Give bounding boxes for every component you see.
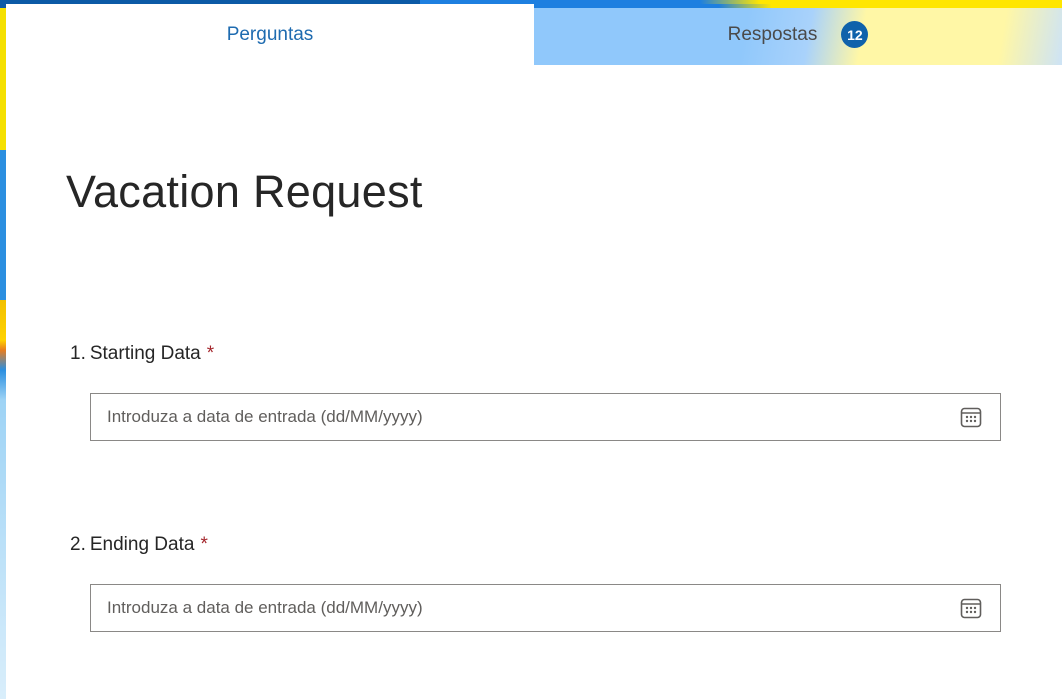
calendar-icon[interactable] xyxy=(959,596,983,620)
question-number: 2. xyxy=(70,534,86,555)
required-marker: * xyxy=(200,534,208,555)
tab-questions[interactable]: Perguntas xyxy=(6,4,534,65)
tab-bar: Perguntas Respostas 12 xyxy=(6,4,1062,65)
question-ending-date: 2. Ending Data * xyxy=(70,531,1003,632)
tab-responses-decoration xyxy=(534,4,1062,8)
question-label: Starting Data xyxy=(89,343,201,364)
starting-date-input[interactable] xyxy=(91,407,959,427)
tab-responses-label: Respostas xyxy=(727,23,818,45)
date-field xyxy=(90,393,1001,441)
question-header: 2. Ending Data * xyxy=(70,531,1003,559)
ending-date-input[interactable] xyxy=(91,598,959,618)
tab-responses[interactable]: Respostas 12 xyxy=(534,4,1062,65)
forms-page: Perguntas Respostas 12 Vacation Request … xyxy=(0,0,1062,699)
date-field xyxy=(90,584,1001,632)
question-header: 1. Starting Data * xyxy=(70,340,1003,368)
responses-count-badge: 12 xyxy=(841,21,869,48)
background-decoration-left xyxy=(0,0,6,699)
tab-questions-label: Perguntas xyxy=(226,23,314,45)
calendar-icon[interactable] xyxy=(959,405,983,429)
question-label: Ending Data xyxy=(89,534,195,555)
question-number: 1. xyxy=(70,343,86,364)
required-marker: * xyxy=(206,343,215,364)
form-title: Vacation Request xyxy=(66,166,423,217)
question-starting-date: 1. Starting Data * xyxy=(70,340,1003,441)
